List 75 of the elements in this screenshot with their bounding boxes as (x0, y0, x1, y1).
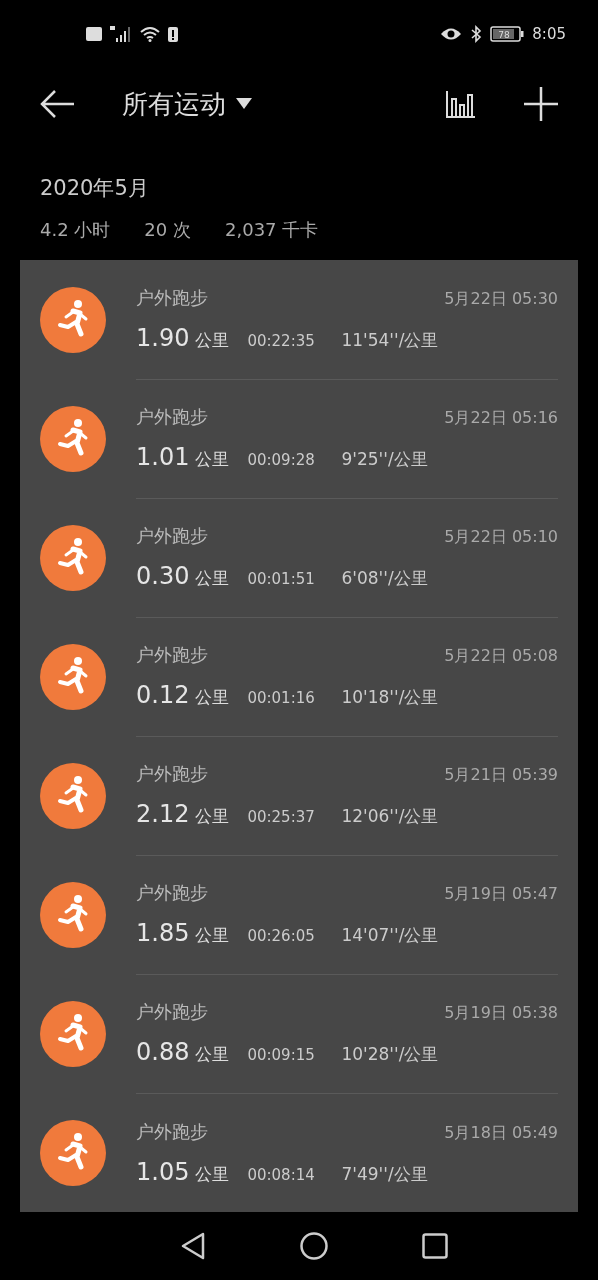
distance-unit: 公里 (195, 1043, 231, 1066)
duration-value: 00:01:16 (247, 689, 316, 707)
runner-icon (40, 643, 106, 710)
pace-value: 10'18''/公里 (341, 686, 439, 709)
distance-value: 2.12 (136, 800, 190, 828)
activity-type: 户外跑步 (136, 286, 209, 310)
runner-icon (40, 1000, 106, 1067)
activity-type: 户外跑步 (136, 524, 209, 548)
distance-unit: 公里 (195, 448, 231, 471)
back-nav-icon[interactable] (180, 1232, 206, 1260)
activity-datetime: 5月21日 05:39 (444, 765, 558, 786)
distance-unit: 公里 (195, 329, 231, 352)
bluetooth-icon (470, 25, 483, 43)
duration-value: 00:25:37 (247, 808, 316, 826)
activity-datetime: 5月22日 05:08 (444, 646, 558, 667)
runner-icon (40, 524, 106, 591)
pace-value: 10'28''/公里 (341, 1043, 439, 1066)
month-heading: 2020年5月 (39, 175, 150, 202)
distance-value: 0.88 (136, 1038, 190, 1066)
battery-alert-icon (168, 26, 178, 42)
activity-datetime: 5月22日 05:16 (444, 408, 558, 429)
duration-value: 00:22:35 (247, 332, 316, 350)
activity-datetime: 5月18日 05:49 (444, 1122, 558, 1144)
activity-type: 户外跑步 (136, 881, 209, 905)
pace-value: 14'07''/公里 (341, 924, 439, 947)
signal-icon (110, 26, 132, 42)
duration-value: 00:08:14 (247, 1165, 316, 1184)
distance-value: 1.05 (136, 1157, 190, 1186)
duration-value: 00:26:05 (247, 927, 316, 945)
sport-filter-dropdown[interactable]: 所有运动 (122, 86, 226, 122)
caret-icon[interactable] (236, 98, 252, 110)
home-nav-icon[interactable] (300, 1232, 328, 1260)
pace-value: 9'25''/公里 (341, 448, 428, 471)
bar-chart-icon[interactable] (446, 89, 476, 119)
wifi-icon (140, 26, 160, 42)
activity-datetime: 5月19日 05:47 (444, 884, 558, 905)
total-hours: 4.2 小时 (40, 218, 111, 242)
activity-type: 户外跑步 (136, 762, 209, 786)
pace-value: 6'08''/公里 (341, 567, 428, 590)
distance-value: 1.85 (136, 919, 190, 947)
distance-value: 1.01 (136, 443, 190, 471)
distance-unit: 公里 (195, 567, 231, 590)
activity-datetime: 5月22日 05:30 (444, 289, 558, 310)
distance-unit: 公里 (195, 1162, 231, 1186)
eye-icon (440, 27, 463, 41)
duration-value: 00:09:28 (247, 451, 316, 469)
runner-icon (40, 405, 106, 472)
runner-icon (40, 762, 106, 829)
distance-unit: 公里 (195, 805, 231, 828)
pace-value: 12'06''/公里 (341, 805, 439, 828)
activity-datetime: 5月22日 05:10 (444, 527, 558, 548)
activity-datetime: 5月19日 05:38 (444, 1003, 558, 1024)
activity-type: 户外跑步 (136, 1119, 209, 1144)
distance-value: 0.30 (136, 562, 190, 590)
pace-value: 7'49''/公里 (341, 1162, 428, 1186)
workout-count: 20 次 (144, 218, 191, 242)
distance-unit: 公里 (195, 924, 231, 947)
distance-value: 1.90 (136, 324, 190, 352)
distance-value: 0.12 (136, 681, 190, 709)
runner-icon (40, 881, 106, 948)
clock-time: 8:05 (532, 25, 566, 43)
duration-value: 00:01:51 (247, 570, 316, 588)
add-icon[interactable] (524, 87, 558, 121)
activity-type: 户外跑步 (136, 643, 209, 667)
battery-icon: 78 (490, 26, 525, 42)
pace-value: 11'54''/公里 (341, 329, 439, 352)
activity-type: 户外跑步 (136, 1000, 209, 1024)
back-icon[interactable] (40, 89, 76, 119)
runner-icon (40, 1119, 106, 1186)
runner-icon (40, 286, 106, 353)
total-calories: 2,037 千卡 (225, 218, 319, 242)
activity-type: 户外跑步 (136, 405, 209, 429)
distance-unit: 公里 (195, 686, 231, 709)
recents-nav-icon[interactable] (422, 1233, 448, 1259)
duration-value: 00:09:15 (247, 1046, 316, 1064)
